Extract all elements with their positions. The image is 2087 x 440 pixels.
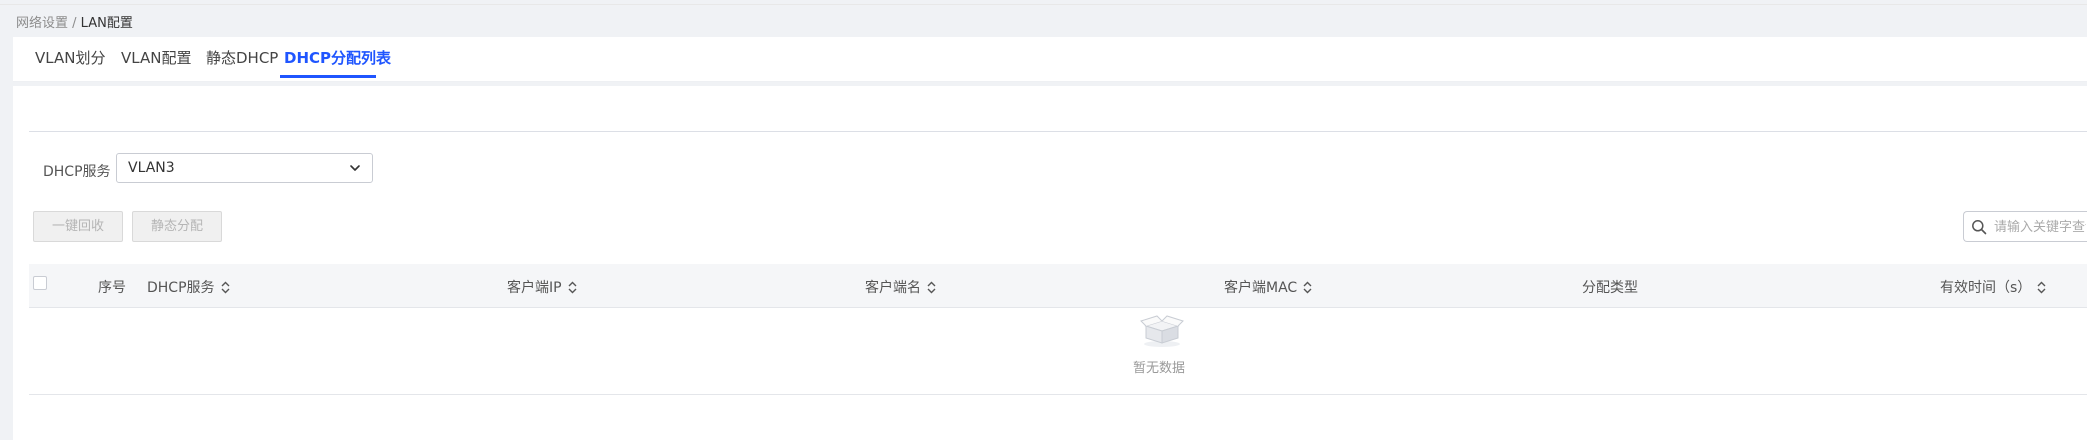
breadcrumb-current: LAN配置	[80, 16, 133, 31]
column-allocation-type: 分配类型	[1582, 280, 1638, 296]
sort-icon[interactable]	[927, 281, 936, 294]
column-client-mac[interactable]: 客户端MAC	[1224, 277, 1312, 297]
select-all-checkbox[interactable]	[33, 276, 47, 290]
main-content: DHCP服务 VLAN3 一键回收 静态分配 序号 DHCP服务 客户端IP 客…	[13, 86, 2087, 440]
sort-icon[interactable]	[568, 281, 577, 294]
column-client-ip[interactable]: 客户端IP	[507, 277, 577, 297]
column-index: 序号	[98, 280, 126, 296]
column-client-name[interactable]: 客户端名	[865, 277, 936, 297]
tab-bar: VLAN划分 VLAN配置 静态DHCP DHCP分配列表	[13, 37, 2087, 82]
search-input[interactable]	[1994, 216, 2086, 238]
breadcrumb: 网络设置 / LAN配置	[16, 12, 133, 31]
tab-vlan-division[interactable]: VLAN划分	[35, 47, 105, 68]
sort-icon[interactable]	[221, 281, 230, 294]
table-header: 序号 DHCP服务 客户端IP 客户端名 客户端MAC 分配类型 有效时间（s）	[29, 264, 2087, 308]
column-dhcp-service[interactable]: DHCP服务	[147, 277, 230, 297]
chevron-down-icon	[350, 165, 360, 171]
dhcp-service-selected-value: VLAN3	[128, 160, 175, 176]
search-box	[1963, 211, 2087, 242]
sort-icon[interactable]	[1303, 281, 1312, 294]
breadcrumb-parent[interactable]: 网络设置	[16, 16, 68, 31]
dhcp-service-select[interactable]: VLAN3	[116, 153, 373, 183]
tab-vlan-config[interactable]: VLAN配置	[121, 47, 191, 68]
section-divider	[29, 131, 2087, 132]
page: 网络设置 / LAN配置 VLAN划分 VLAN配置 静态DHCP DHCP分配…	[0, 0, 2087, 440]
static-assign-button[interactable]: 静态分配	[132, 211, 222, 242]
tab-static-dhcp[interactable]: 静态DHCP	[206, 47, 278, 68]
search-icon	[1972, 220, 1987, 235]
empty-box-icon	[1140, 315, 1184, 347]
tab-dhcp-allocation-list[interactable]: DHCP分配列表	[284, 47, 391, 68]
breadcrumb-separator: /	[68, 16, 81, 31]
table-empty-state: 暂无数据	[29, 308, 2087, 395]
column-valid-time[interactable]: 有效时间（s）	[1940, 277, 2046, 297]
dhcp-service-label: DHCP服务	[43, 164, 111, 180]
top-border	[0, 4, 2087, 5]
sort-icon[interactable]	[2037, 281, 2046, 294]
empty-message: 暂无数据	[1133, 361, 1186, 376]
active-tab-indicator	[280, 75, 376, 78]
one-click-reclaim-button[interactable]: 一键回收	[33, 211, 123, 242]
